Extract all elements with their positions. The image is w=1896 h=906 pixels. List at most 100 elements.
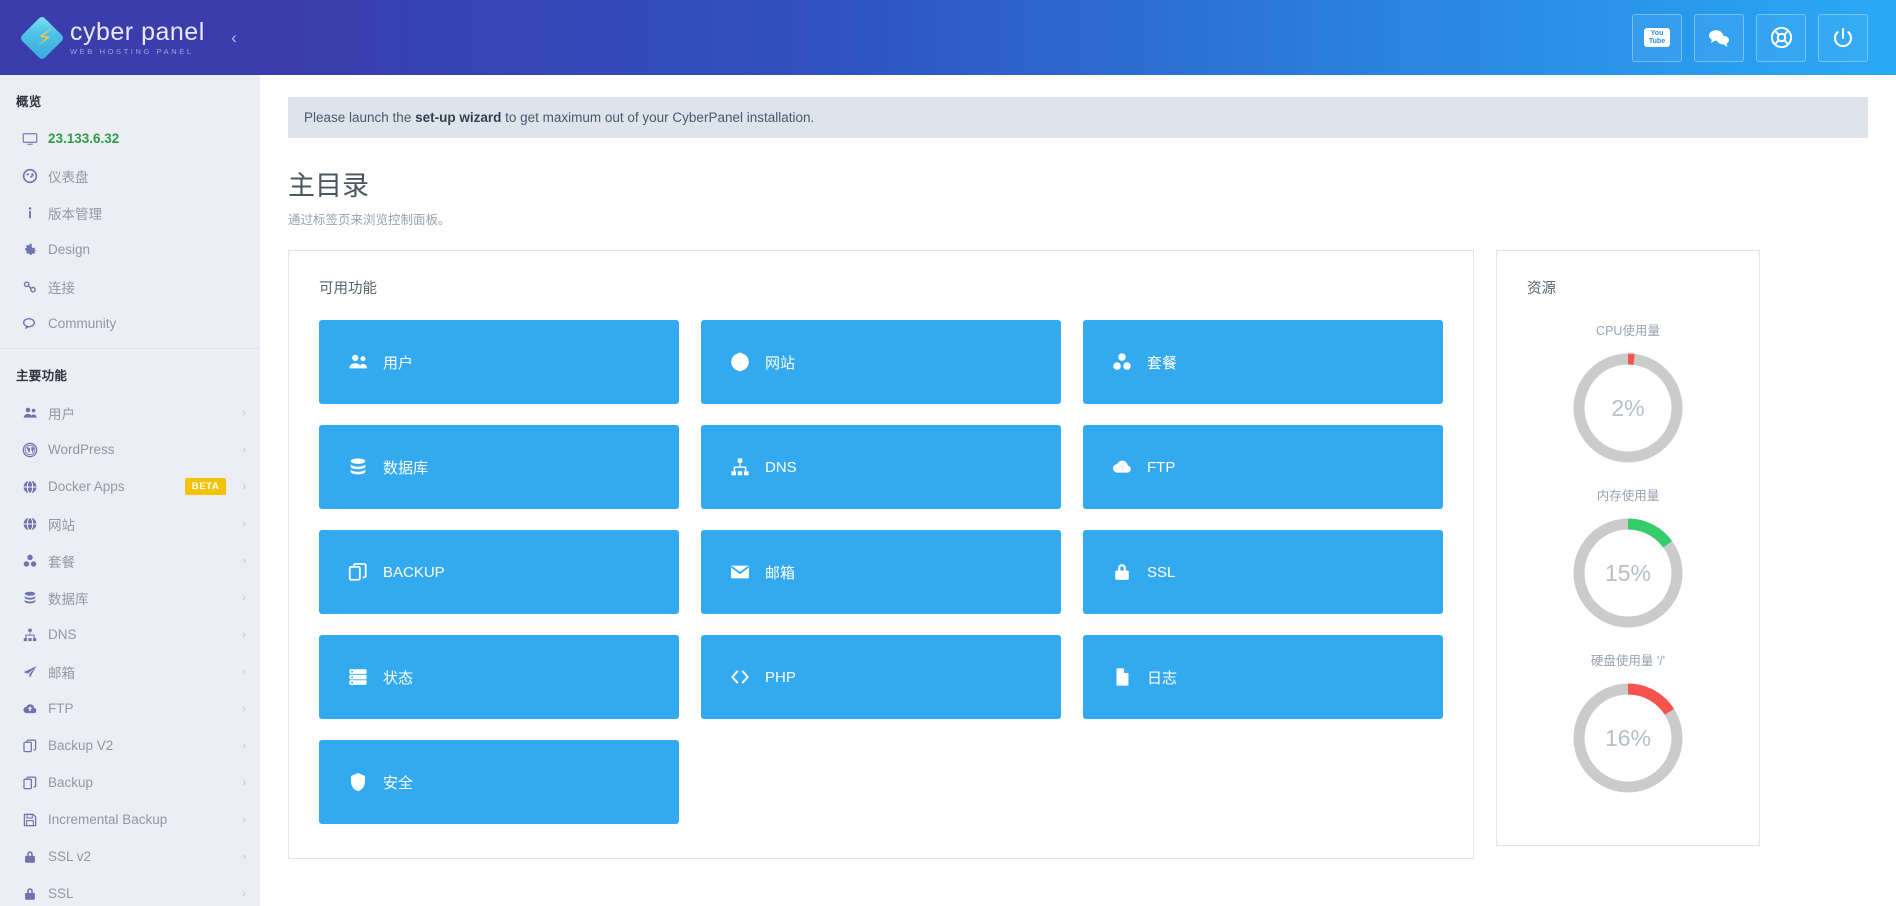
sidebar-item--[interactable]: 连接 [0,268,260,305]
sidebar-item-label: Incremental Backup [48,812,236,827]
alert-link[interactable]: set-up wizard [415,110,501,125]
lock-icon [22,849,48,865]
chat-icon[interactable] [1694,14,1744,62]
sidebar-item--[interactable]: 数据库› [0,579,260,616]
file-icon [1111,666,1141,688]
feature-tile-label: 用户 [383,352,413,373]
panels-row: 可用功能 用户 网站 套餐数据库 DNS FTP BACKUP 邮箱 SSL 状态 PHP 日志安全… [288,250,1868,859]
sidebar-item--[interactable]: 仪表盘 [0,157,260,194]
chevron-right-icon: › [242,888,246,900]
package-icon [1111,351,1141,373]
sidebar-main-list: 用户›WordPress›Docker AppsBETA›网站›套餐›数据库›D… [0,394,260,906]
feature-tile-label: 套餐 [1147,352,1177,373]
sidebar-item-backup[interactable]: Backup › [0,764,260,801]
feature-tile-label: PHP [765,669,796,686]
feature-tile--[interactable]: 状态 [319,635,679,719]
sidebar-scroll[interactable]: 概览 23.133.6.32仪表盘版本管理Design连接Community 主… [0,75,260,906]
dashboard-icon [22,168,48,184]
app-root: ⚡ cyber panel WEB HOSTING PANEL ‹ 概览 23.… [0,0,1896,906]
chat-icon [22,316,48,332]
sidebar-item-label: 版本管理 [48,203,246,223]
sidebar-item-wordpress[interactable]: WordPress › [0,431,260,468]
feature-tile--[interactable]: 安全 [319,740,679,824]
chevron-right-icon: › [242,814,246,826]
sidebar-item-label: SSL v2 [48,849,236,864]
feature-tile-ssl[interactable]: SSL [1083,530,1443,614]
sidebar-item-ftp[interactable]: FTP› [0,690,260,727]
beta-badge: BETA [185,478,227,495]
resources-panel: 资源 CPU使用量2%内存使用量15%硬盘使用量 '/'16% [1496,250,1760,846]
feature-tile-backup[interactable]: BACKUP [319,530,679,614]
info-icon [22,205,48,221]
topbar: YouTube [260,0,1896,75]
sidebar-item-ssl[interactable]: SSL› [0,875,260,906]
users-icon [347,351,377,373]
sidebar-item-ssl-v2[interactable]: SSL v2› [0,838,260,875]
feature-tile-label: DNS [765,459,797,476]
content-area: Please launch the set-up wizard to get m… [260,75,1896,906]
globe-icon [22,516,48,532]
feature-tile-label: 状态 [383,667,413,688]
server-icon [347,666,377,688]
sidebar-item-design[interactable]: Design [0,231,260,268]
sidebar-item-dns[interactable]: DNS› [0,616,260,653]
gauge-block: CPU使用量2% [1497,320,1759,467]
feature-tile-ftp[interactable]: FTP [1083,425,1443,509]
chevron-right-icon: › [242,444,246,456]
database-icon [347,456,377,478]
logo-tagline: WEB HOSTING PANEL [70,47,222,56]
feature-tile--[interactable]: 用户 [319,320,679,404]
feature-tile-dns[interactable]: DNS [701,425,1061,509]
sidebar-item--[interactable]: 套餐› [0,542,260,579]
feature-tile-label: FTP [1147,459,1175,476]
sidebar-item-community[interactable]: Community [0,305,260,342]
sitemap-icon [729,456,759,478]
features-panel: 可用功能 用户 网站 套餐数据库 DNS FTP BACKUP 邮箱 SSL 状态 PHP 日志安全 [288,250,1474,859]
sidebar-item--[interactable]: 网站› [0,505,260,542]
chevron-right-icon: › [242,481,246,493]
features-heading: 可用功能 [319,277,1443,298]
sidebar-item-label: Backup V2 [48,738,236,753]
sidebar-item-label: Backup [48,775,236,790]
power-icon[interactable] [1818,14,1868,62]
chevron-right-icon: › [242,666,246,678]
feature-tile--[interactable]: 网站 [701,320,1061,404]
sidebar-item--[interactable]: 版本管理 [0,194,260,231]
sidebar-item--[interactable]: 邮箱 › [0,653,260,690]
database-icon [22,590,48,606]
chevron-right-icon: › [242,407,246,419]
feature-tile-label: 日志 [1147,667,1177,688]
page-title: 主目录 [288,164,1868,203]
monitor-icon [22,131,48,147]
feature-tile--[interactable]: 邮箱 [701,530,1061,614]
sidebar-item-label: 数据库 [48,588,236,608]
package-icon [22,553,48,569]
sidebar-item-label: WordPress [48,442,236,457]
sidebar-item-23-133-6-32[interactable]: 23.133.6.32 [0,120,260,157]
gauge-label: 内存使用量 [1497,485,1759,504]
lock-icon [22,886,48,902]
sidebar-collapse-button[interactable]: ‹ [222,28,246,48]
sidebar-item-label: 邮箱 [48,662,236,682]
feature-tile--[interactable]: 数据库 [319,425,679,509]
sidebar-item-label: 套餐 [48,551,236,571]
sidebar-item-docker-apps[interactable]: Docker AppsBETA› [0,468,260,505]
gauge-ring: 16% [1569,679,1687,797]
save-icon [22,812,48,828]
feature-tile-label: 数据库 [383,457,428,478]
resources-heading: 资源 [1497,277,1759,298]
chevron-right-icon: › [242,777,246,789]
sidebar-item--[interactable]: 用户› [0,394,260,431]
gauge-value: 15% [1569,514,1687,632]
sidebar-item-backup-v2[interactable]: Backup V2› [0,727,260,764]
feature-tile--[interactable]: 套餐 [1083,320,1443,404]
wordpress-icon [22,442,48,458]
lifebuoy-icon[interactable] [1756,14,1806,62]
feature-tile-php[interactable]: PHP [701,635,1061,719]
sidebar-item-label: 连接 [48,277,246,297]
sidebar-section-overview: 概览 [0,75,260,120]
sidebar-item-incremental-backup[interactable]: Incremental Backup › [0,801,260,838]
youtube-icon[interactable]: YouTube [1632,14,1682,62]
code-icon [729,666,759,688]
feature-tile--[interactable]: 日志 [1083,635,1443,719]
